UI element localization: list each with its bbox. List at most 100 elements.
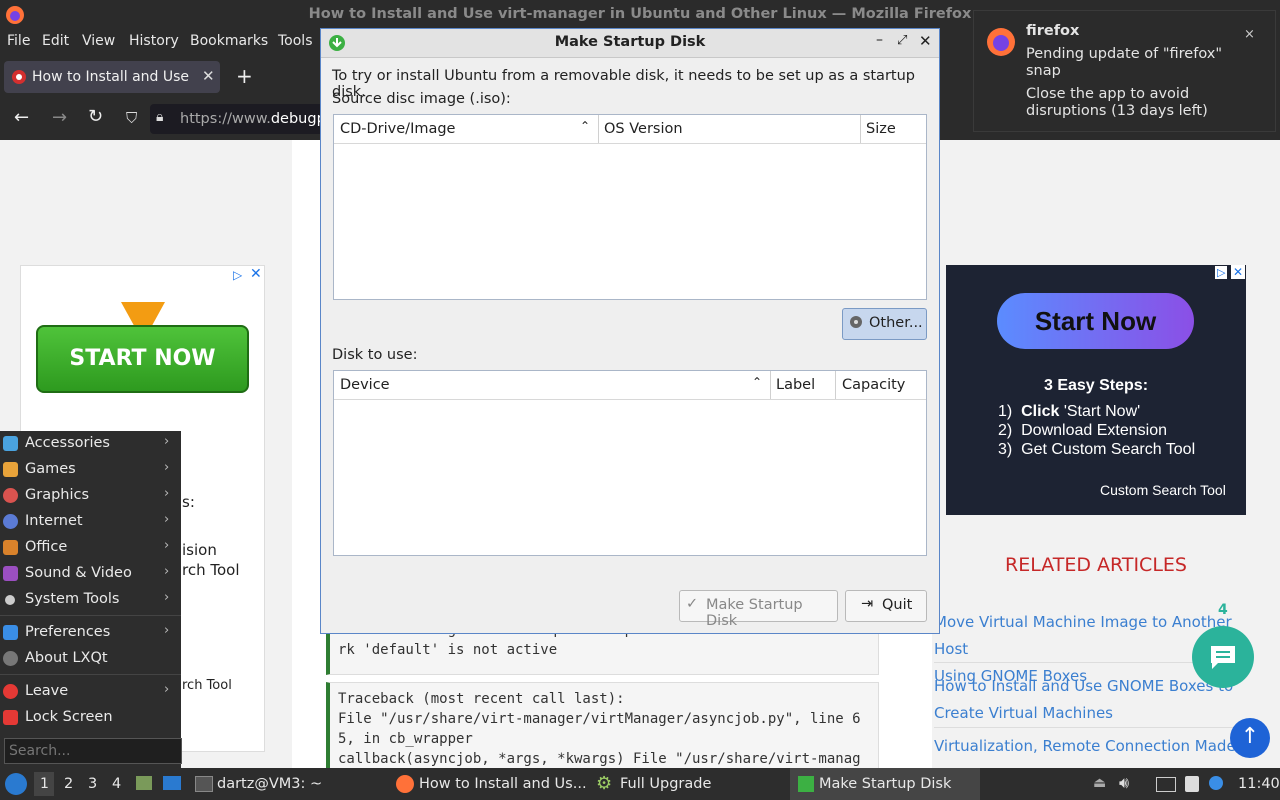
menu-item-preferences[interactable]: Preferences › <box>0 620 181 646</box>
other-button[interactable]: Other... <box>842 308 927 340</box>
shield-icon[interactable]: ⛉ <box>126 109 137 127</box>
column-capacity[interactable]: Capacity <box>842 377 905 393</box>
menu-item-sound-video[interactable]: Sound & Video › <box>0 561 181 587</box>
task-startup-disk[interactable]: Make Startup Disk <box>819 776 951 792</box>
reload-icon[interactable]: ↻ <box>88 106 103 127</box>
clock[interactable]: 11:40 <box>1238 776 1280 792</box>
maximize-icon[interactable]: ⤢ <box>897 33 907 48</box>
close-icon[interactable]: ✕ <box>919 32 932 50</box>
lock-icon[interactable]: 🔒︎ <box>156 109 163 125</box>
start-now-ad-button[interactable]: START NOW <box>36 325 249 393</box>
menu-view[interactable]: View <box>82 33 115 49</box>
update-notifier-icon[interactable] <box>1209 776 1223 790</box>
tab-active[interactable]: How to Install and Use virt-man ✕ <box>4 61 220 93</box>
menu-file[interactable]: File <box>7 33 30 49</box>
menu-search-input[interactable] <box>4 738 182 764</box>
desktop-2[interactable]: 2 <box>64 776 73 792</box>
chat-icon <box>1208 643 1238 671</box>
column-os-version[interactable]: OS Version <box>604 121 683 137</box>
disc-icon <box>849 315 863 329</box>
menu-item-graphics[interactable]: Graphics › <box>0 483 181 509</box>
notification-body: Pending update of "firefox" snap Close th… <box>1026 46 1223 119</box>
related-link[interactable]: Virtualization, Remote Connection Made <box>934 737 1254 755</box>
column-label[interactable]: Label <box>776 377 815 393</box>
quit-button-label: Quit <box>882 597 913 613</box>
disk-list[interactable]: Device ⌃ Label Capacity <box>333 370 927 556</box>
office-icon <box>3 540 18 555</box>
scroll-top-button[interactable]: ↑ <box>1230 718 1270 758</box>
task-full-upgrade[interactable]: Full Upgrade <box>620 776 711 792</box>
task-firefox[interactable]: How to Install and Us... <box>419 776 587 792</box>
show-desktop-icon[interactable] <box>163 776 181 790</box>
forward-icon[interactable]: → <box>52 107 67 128</box>
partial-text: ision <box>182 541 217 559</box>
menu-item-about[interactable]: About LXQt <box>0 646 181 672</box>
column-device[interactable]: Device <box>340 377 390 393</box>
menu-item-internet[interactable]: Internet › <box>0 509 181 535</box>
source-image-list[interactable]: CD-Drive/Image ⌃ OS Version Size <box>333 114 927 300</box>
desktop-1[interactable]: 1 <box>34 772 54 796</box>
menu-item-games[interactable]: Games › <box>0 457 181 483</box>
ad-choices-icon[interactable]: ▷ <box>1215 266 1228 279</box>
menu-history[interactable]: History <box>129 33 179 49</box>
task-terminal[interactable]: dartz@VM3: ~ <box>217 776 322 792</box>
minimize-icon[interactable]: – <box>876 32 883 48</box>
display-icon[interactable] <box>1156 777 1176 792</box>
ad-heading: 3 Easy Steps: <box>1043 377 1149 394</box>
notification-close-icon[interactable]: × <box>1244 27 1255 42</box>
menu-edit[interactable]: Edit <box>42 33 69 49</box>
new-tab-button[interactable]: + <box>236 64 253 88</box>
url-text: https://www.debugp <box>180 111 326 127</box>
menu-item-accessories[interactable]: Accessories › <box>0 431 181 457</box>
column-size[interactable]: Size <box>866 121 896 137</box>
menu-bookmarks[interactable]: Bookmarks <box>190 33 268 49</box>
games-icon <box>3 462 18 477</box>
lock-screen-icon <box>3 710 18 725</box>
chat-button[interactable]: 4 <box>1192 602 1254 688</box>
taskbar: 1 2 3 4 dartz@VM3: ~ How to Install and … <box>0 768 1280 800</box>
sort-up-icon: ⌃ <box>580 119 591 133</box>
menu-item-system-tools[interactable]: System Tools › <box>0 587 181 613</box>
tab-favicon-icon <box>12 70 26 84</box>
notification-popup[interactable]: firefox Pending update of "firefox" snap … <box>973 10 1276 132</box>
partial-text: rch Tool <box>182 678 232 693</box>
info-icon <box>3 651 18 666</box>
volume-icon[interactable]: 🔊︎ <box>1119 773 1129 793</box>
menu-tools[interactable]: Tools <box>278 33 313 49</box>
quit-button[interactable]: ⇥ Quit <box>845 590 927 622</box>
start-menu: Accessories › Games › Graphics › Internet › … <box>0 431 182 768</box>
code-block-traceback: Traceback (most recent call last): File "… <box>326 682 879 776</box>
tab-close-icon[interactable]: ✕ <box>202 67 215 85</box>
firefox-task-icon <box>396 775 414 793</box>
gear-icon: ⚙ <box>596 773 613 794</box>
make-button-label: Make Startup Disk <box>706 597 803 629</box>
menu-item-leave[interactable]: Leave › <box>0 679 181 705</box>
tab-title: How to Install and Use virt-man <box>32 69 192 85</box>
menu-item-lock-screen[interactable]: Lock Screen <box>0 705 181 731</box>
ad-right: ▷ ✕ Start Now 3 Easy Steps: 1) Click 'St… <box>946 265 1246 515</box>
preferences-icon <box>3 625 18 640</box>
ad-choices-icon[interactable]: ▷ <box>233 268 242 282</box>
disk-label: Disk to use: <box>332 347 418 363</box>
tray-up-icon[interactable]: ⏏ <box>1093 775 1106 791</box>
make-startup-disk-button[interactable]: ✓ Make Startup Disk <box>679 590 838 629</box>
menu-item-office[interactable]: Office › <box>0 535 181 561</box>
start-now-button[interactable]: Start Now <box>997 293 1194 349</box>
internet-icon <box>3 514 18 529</box>
column-cd-drive-image[interactable]: CD-Drive/Image <box>340 121 455 137</box>
back-icon[interactable]: ← <box>14 107 29 128</box>
desktop-3[interactable]: 3 <box>88 776 97 792</box>
start-menu-icon[interactable] <box>5 773 27 795</box>
clipboard-icon[interactable] <box>1185 776 1199 792</box>
startup-disk-dialog: Make Startup Disk – ⤢ ✕ To try or instal… <box>320 28 940 634</box>
graphics-icon <box>3 488 18 503</box>
exit-icon: ⇥ <box>861 596 874 612</box>
ad-close-icon[interactable]: ✕ <box>250 266 262 282</box>
notification-app: firefox <box>1026 23 1080 39</box>
desktop-4[interactable]: 4 <box>112 776 121 792</box>
file-manager-icon[interactable] <box>136 776 152 790</box>
ad-close-icon[interactable]: ✕ <box>1231 265 1246 279</box>
divider <box>934 727 1234 728</box>
firefox-logo-icon <box>986 27 1016 57</box>
sort-up-icon: ⌃ <box>752 375 763 389</box>
